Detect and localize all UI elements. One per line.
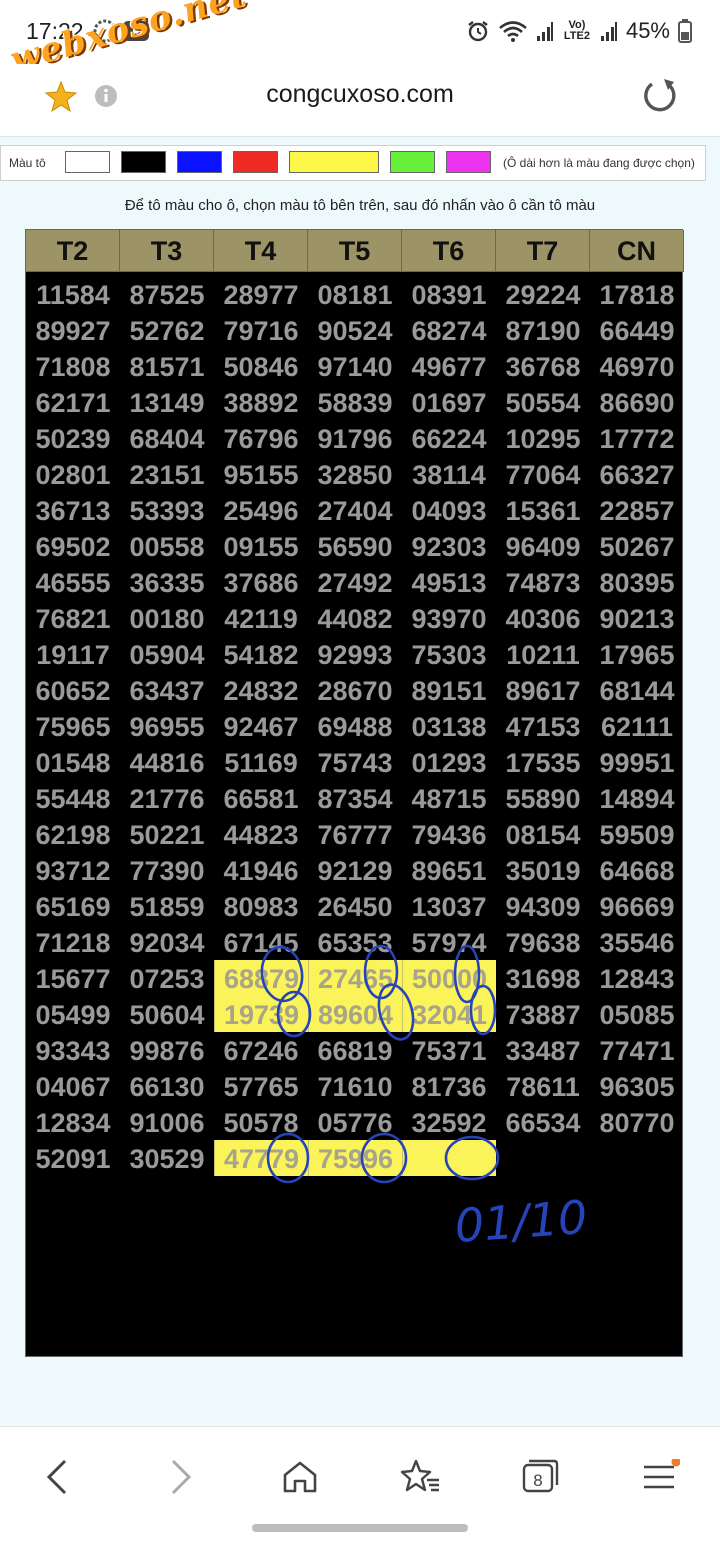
- swatch-black[interactable]: [121, 151, 166, 173]
- tabs-icon: 8: [522, 1459, 559, 1493]
- swatch-green[interactable]: [390, 151, 435, 173]
- reload-icon[interactable]: [640, 76, 680, 116]
- ink-circle: [444, 1135, 500, 1181]
- bookmark-star-icon: [400, 1459, 439, 1492]
- forward-button[interactable]: [150, 1449, 210, 1505]
- url-domain[interactable]: congcuxoso.com: [0, 80, 720, 109]
- handwritten-date: 01/10: [453, 1190, 589, 1253]
- home-button[interactable]: [270, 1449, 330, 1505]
- ink-circle: [260, 945, 304, 1003]
- tabs-button[interactable]: 8: [510, 1449, 570, 1505]
- page-content: Màu tô (Ô dài hơn là màu đang được chọn)…: [0, 136, 720, 1426]
- url-bar: congcuxoso.com: [0, 64, 720, 136]
- palette-label: Màu tô: [9, 156, 46, 170]
- ink-circle: [377, 983, 415, 1041]
- ink-circle: [266, 1132, 310, 1184]
- back-button[interactable]: [28, 1449, 88, 1505]
- number-board: T2 T3 T4 T5 T6 T7 CN 11584 87525 28977 08181 08391…: [25, 229, 684, 1357]
- color-palette: Màu tô (Ô dài hơn là màu đang được chọn): [0, 145, 706, 181]
- tab-count: 8: [533, 1471, 542, 1490]
- wifi-icon: [499, 21, 527, 42]
- handwriting-overlay: 01/10: [260, 944, 589, 1253]
- instruction-text: Để tô màu cho ô, chọn màu tô bên trên, s…: [124, 197, 596, 214]
- swatch-magenta[interactable]: [446, 151, 491, 173]
- swatch-white[interactable]: [65, 151, 110, 173]
- signal-icon-2: [600, 22, 617, 41]
- battery-icon: [678, 19, 692, 43]
- chevron-left-icon: [46, 1459, 67, 1495]
- ink-circle: [360, 1132, 408, 1184]
- ink-circle: [469, 984, 497, 1036]
- palette-note: (Ô dài hơn là màu đang được chọn): [503, 156, 695, 170]
- hamburger-menu-icon: [644, 1459, 680, 1489]
- bookmarks-button[interactable]: [390, 1449, 450, 1505]
- home-icon: [283, 1461, 317, 1493]
- swatch-blue[interactable]: [177, 151, 222, 173]
- battery-percent: 45%: [625, 18, 670, 43]
- gesture-home-bar[interactable]: [252, 1524, 468, 1532]
- signal-icon: [536, 22, 553, 41]
- menu-button[interactable]: [630, 1449, 690, 1505]
- chevron-right-icon: [171, 1459, 192, 1495]
- swatch-yellow-selected[interactable]: [289, 151, 379, 173]
- alarm-icon: [468, 21, 488, 42]
- network-label: Vo) LTE2: [563, 19, 590, 42]
- status-right: Vo) LTE2 45%: [466, 18, 692, 44]
- swatch-red[interactable]: [233, 151, 278, 173]
